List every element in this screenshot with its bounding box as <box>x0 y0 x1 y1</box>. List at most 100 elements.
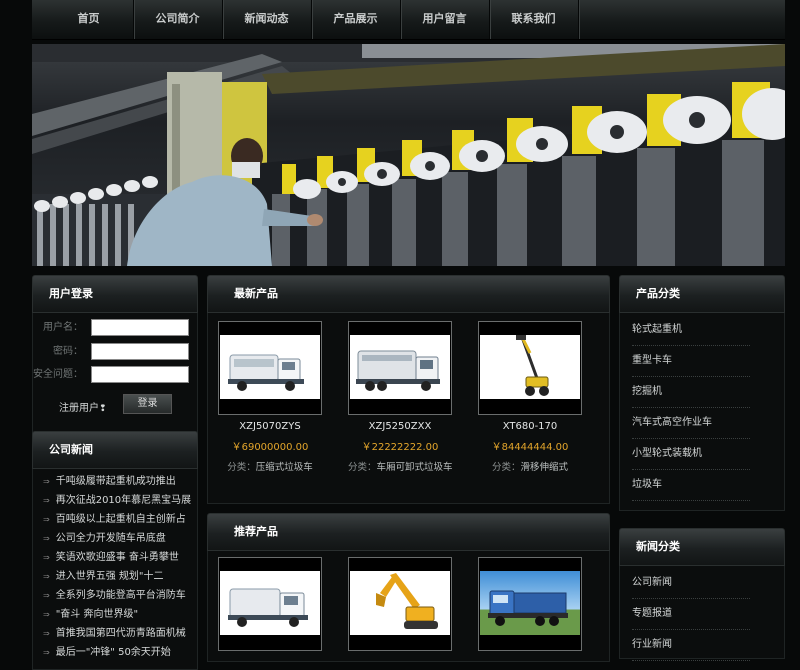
arrow-icon: ⇒ <box>43 534 50 543</box>
nav-products[interactable]: 产品展示 <box>311 0 401 39</box>
password-input[interactable] <box>91 343 189 360</box>
nav-about[interactable]: 公司简介 <box>133 0 223 39</box>
latest-products-panel: 最新产品 XZJ5070ZYS ￥69000000.00 分类：压缩式垃圾车 X… <box>207 275 610 504</box>
product-price: ￥69000000.00 <box>231 442 309 453</box>
register-arrow-icon: ❢ <box>99 404 107 414</box>
product-price: ￥22222222.00 <box>361 442 439 453</box>
register-link-label: 注册用户 <box>59 403 99 414</box>
news-categories-panel: 新闻分类 公司新闻 专题报道 行业新闻 <box>619 528 785 661</box>
nav-guestbook[interactable]: 用户留言 <box>400 0 490 39</box>
product-categories-panel: 产品分类 轮式起重机 重型卡车 挖掘机 汽车式高空作业车 小型轮式装载机 垃圾车 <box>619 275 785 511</box>
recommended-products-title: 推荐产品 <box>207 513 610 551</box>
product-image[interactable] <box>218 557 322 651</box>
news-item[interactable]: ⇒ "奋斗 奔向世界级" <box>43 606 201 624</box>
latest-products-title: 最新产品 <box>207 275 610 313</box>
product-category: 分类：滑移伸缩式 <box>478 459 582 473</box>
register-link[interactable]: 注册用户❢ <box>59 399 107 414</box>
news-category-item[interactable]: 公司新闻 <box>632 568 750 599</box>
news-item[interactable]: ⇒ 再次征战2010年慕尼黑宝马展 <box>43 492 201 510</box>
news-item-label: 最后一"冲锋" 50余天开始 <box>55 647 171 658</box>
product-image[interactable] <box>348 557 452 651</box>
product-categories-title: 产品分类 <box>619 275 785 313</box>
product-name[interactable]: XT680-170 <box>478 421 582 432</box>
top-nav: 首页 公司简介 新闻动态 产品展示 用户留言 联系我们 <box>32 0 785 40</box>
product-category: 分类：车厢可卸式垃圾车 <box>348 459 453 473</box>
product-image[interactable] <box>218 321 322 415</box>
product-image[interactable] <box>348 321 452 415</box>
product-card[interactable]: XZJ5250ZXX ￥22222222.00 分类：车厢可卸式垃圾车 <box>348 321 453 473</box>
company-news-title: 公司新闻 <box>32 431 198 469</box>
arrow-icon: ⇒ <box>43 648 50 657</box>
category-item[interactable]: 汽车式高空作业车 <box>632 408 750 439</box>
arrow-icon: ⇒ <box>43 610 50 619</box>
product-card[interactable] <box>218 557 322 651</box>
garbage-truck-icon <box>356 350 440 391</box>
news-item[interactable]: ⇒ 首推我国第四代沥青路面机械 <box>43 625 201 643</box>
news-category-item[interactable]: 专题报道 <box>632 599 750 630</box>
news-item[interactable]: ⇒ 最后一"冲锋" 50余天开始 <box>43 644 201 662</box>
news-item-label: 公司全力开发随车吊底盘 <box>55 533 166 544</box>
news-item[interactable]: ⇒ 全系列多功能登高平台消防车 <box>43 587 201 605</box>
arrow-icon: ⇒ <box>43 572 50 581</box>
category-item[interactable]: 重型卡车 <box>632 346 750 377</box>
product-card[interactable] <box>478 557 582 651</box>
news-item-label: 千吨级履带起重机成功推出 <box>55 476 176 487</box>
news-item-label: 全系列多功能登高平台消防车 <box>55 590 186 601</box>
excavator-icon <box>376 573 438 629</box>
product-category: 分类：压缩式垃圾车 <box>218 459 322 473</box>
product-category-value[interactable]: 压缩式垃圾车 <box>256 462 313 473</box>
product-card[interactable]: XT680-170 ￥84444444.00 分类：滑移伸缩式 <box>478 321 582 473</box>
banner-image <box>32 44 785 266</box>
product-category-value[interactable]: 车厢可卸式垃圾车 <box>377 462 453 473</box>
arrow-icon: ⇒ <box>43 553 50 562</box>
product-card[interactable] <box>348 557 452 651</box>
login-button[interactable]: 登录 <box>123 394 172 414</box>
news-item[interactable]: ⇒ 进入世界五强 规划"十二 <box>43 568 201 586</box>
news-item[interactable]: ⇒ 笑语欢歌迎盛事 奋斗勇攀世 <box>43 549 201 567</box>
product-card[interactable]: XZJ5070ZYS ￥69000000.00 分类：压缩式垃圾车 <box>218 321 322 473</box>
login-title: 用户登录 <box>32 275 198 313</box>
news-item-label: 首推我国第四代沥青路面机械 <box>55 628 186 639</box>
username-input[interactable] <box>91 319 189 336</box>
security-question-label: 安全问题： <box>33 369 83 380</box>
password-label: 密码： <box>53 346 83 357</box>
arrow-icon: ⇒ <box>43 629 50 638</box>
arrow-icon: ⇒ <box>43 515 50 524</box>
news-categories-title: 新闻分类 <box>619 528 785 566</box>
nav-contact[interactable]: 联系我们 <box>489 0 579 39</box>
cargo-truck-icon <box>488 590 568 626</box>
news-item[interactable]: ⇒ 千吨级履带起重机成功推出 <box>43 473 201 491</box>
security-question-input[interactable] <box>91 366 189 383</box>
product-image[interactable] <box>478 321 582 415</box>
username-label: 用户名： <box>43 322 83 333</box>
news-item-label: 笑语欢歌迎盛事 奋斗勇攀世 <box>55 552 179 563</box>
news-item[interactable]: ⇒ 公司全力开发随车吊底盘 <box>43 530 201 548</box>
product-name[interactable]: XZJ5250ZXX <box>348 421 452 432</box>
product-image[interactable] <box>478 557 582 651</box>
product-category-prefix: 分类： <box>348 462 377 473</box>
news-item[interactable]: ⇒ 百吨级以上起重机自主创新占 <box>43 511 201 529</box>
product-category-value[interactable]: 滑移伸缩式 <box>521 462 569 473</box>
category-item[interactable]: 挖掘机 <box>632 377 750 408</box>
arrow-icon: ⇒ <box>43 496 50 505</box>
product-name[interactable]: XZJ5070ZYS <box>218 421 322 432</box>
company-news-panel: 公司新闻 ⇒ 千吨级履带起重机成功推出 ⇒ 再次征战2010年慕尼黑宝马展 ⇒ 百吨级… <box>32 431 198 670</box>
news-category-item[interactable]: 行业新闻 <box>632 630 750 661</box>
category-item[interactable]: 轮式起重机 <box>632 315 750 346</box>
news-item-label: 百吨级以上起重机自主创新占 <box>55 514 186 525</box>
nav-news[interactable]: 新闻动态 <box>222 0 312 39</box>
login-panel: 用户登录 用户名： 密码： 安全问题： 注册用户❢ 登录 <box>32 275 198 457</box>
recommended-products-panel: 推荐产品 <box>207 513 610 662</box>
news-item-label: 进入世界五强 规划"十二 <box>55 571 164 582</box>
garbage-truck-icon <box>228 354 304 391</box>
garbage-truck-icon <box>228 588 308 627</box>
news-item-label: 再次征战2010年慕尼黑宝马展 <box>55 495 192 506</box>
arrow-icon: ⇒ <box>43 591 50 600</box>
news-item-label: "奋斗 奔向世界级" <box>55 609 139 620</box>
nav-home[interactable]: 首页 <box>44 0 134 39</box>
company-news-list: ⇒ 千吨级履带起重机成功推出 ⇒ 再次征战2010年慕尼黑宝马展 ⇒ 百吨级以上起重机… <box>32 469 198 670</box>
category-item[interactable]: 小型轮式装载机 <box>632 439 750 470</box>
product-price: ￥84444444.00 <box>491 442 569 453</box>
arrow-icon: ⇒ <box>43 477 50 486</box>
category-item[interactable]: 垃圾车 <box>632 470 750 501</box>
